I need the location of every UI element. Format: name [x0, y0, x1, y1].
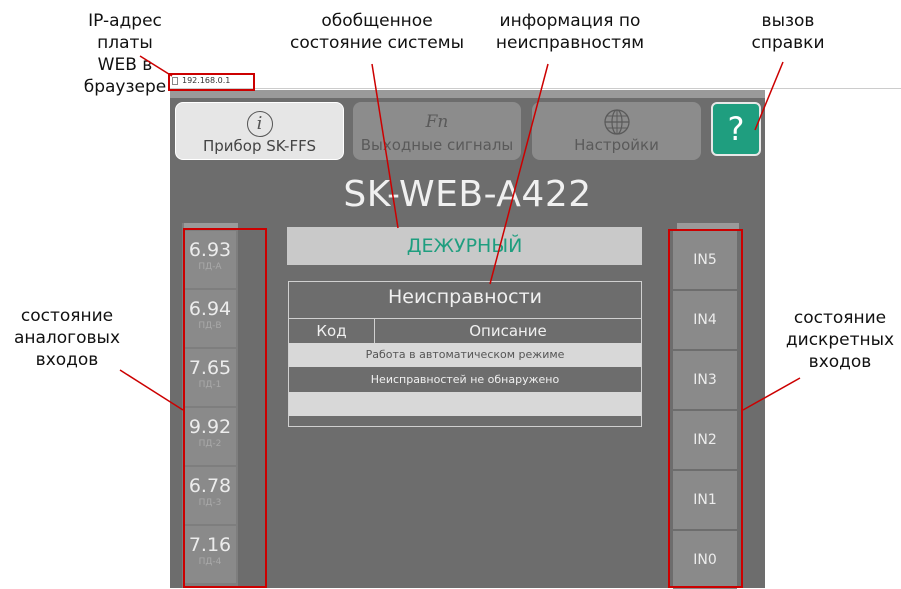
annotation-lines	[119, 55, 801, 411]
analog-pointer-line	[119, 369, 184, 411]
help-pointer-line	[754, 61, 784, 131]
digital-pointer-line	[742, 377, 801, 411]
faults-pointer-line	[489, 63, 549, 285]
ip-pointer-line	[139, 55, 173, 77]
status-pointer-line	[371, 63, 399, 229]
